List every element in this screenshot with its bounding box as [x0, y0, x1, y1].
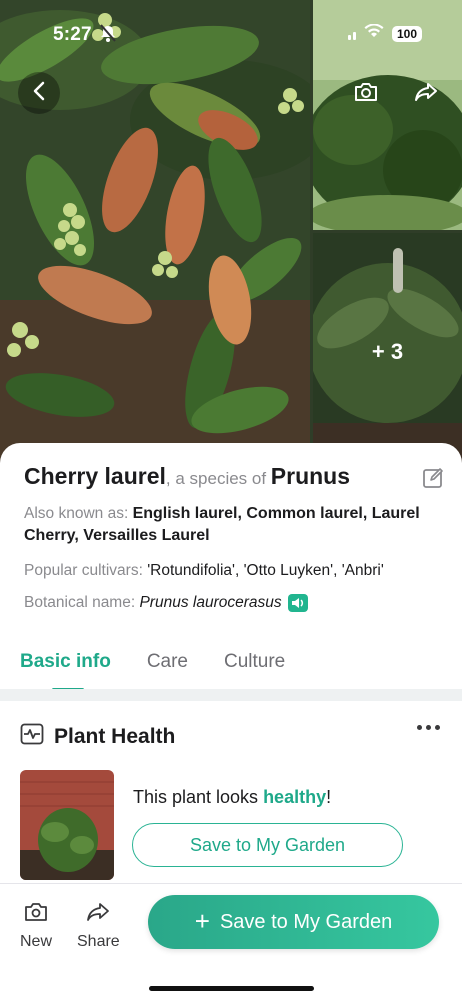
cultivars-label: Popular cultivars: [24, 562, 148, 579]
tab-basic-info-label: Basic info [20, 651, 111, 672]
edit-icon[interactable] [422, 467, 444, 489]
info-tabs: Basic info Care Culture [20, 651, 285, 691]
tab-basic-info[interactable]: Basic info [20, 651, 111, 691]
health-status-prefix: This plant looks [133, 787, 264, 807]
plant-photo-3[interactable]: + 3 [313, 233, 462, 470]
save-to-garden-primary-label: Save to My Garden [219, 910, 393, 933]
also-known-as: Also known as: English laurel, Common la… [24, 503, 442, 547]
new-button[interactable]: New [20, 902, 52, 951]
share-label: Share [77, 933, 120, 950]
plus-icon: + [194, 905, 210, 936]
botanical-name: Botanical name: Prunus laurocerasus [24, 592, 442, 614]
speaker-icon[interactable] [287, 593, 308, 612]
more-dots-icon[interactable] [417, 725, 440, 730]
new-label: New [20, 933, 53, 950]
plant-info-sheet: Cherry laurel, a species of Prunus Also … [0, 443, 462, 693]
photo-gallery: + 3 5:27 100 [0, 0, 462, 470]
tab-care[interactable]: Care [147, 651, 188, 691]
common-name: Cherry laurel [24, 463, 166, 489]
plant-health-card: Plant Health This plant looks healthy! S… [0, 701, 462, 886]
tab-care-label: Care [146, 651, 188, 672]
tab-culture-label: Culture [224, 651, 286, 672]
botanical-label: Botanical name: [24, 594, 140, 611]
botanical-value: Prunus laurocerasus [139, 594, 282, 611]
more-photos-count: + 3 [313, 233, 462, 470]
health-status-suffix: ! [326, 787, 332, 807]
popular-cultivars: Popular cultivars: 'Rotundifolia', 'Otto… [24, 560, 442, 582]
pulse-icon [20, 723, 44, 750]
back-button[interactable] [18, 72, 60, 114]
wifi-icon [364, 23, 384, 43]
status-indicators: 100 [347, 23, 422, 43]
species-connector: , a species of [165, 469, 271, 488]
plant-health-title: Plant Health [54, 724, 176, 748]
save-to-garden-button[interactable]: Save to My Garden [132, 823, 403, 867]
battery-indicator: 100 [391, 25, 422, 42]
cultivars-values: 'Rotundifolia', 'Otto Luyken', 'Anbri' [147, 562, 384, 579]
health-status-value: healthy [263, 787, 327, 807]
bottom-action-bar: New Share + Save to My Garden [0, 883, 462, 1000]
save-to-garden-primary-button[interactable]: + Save to My Garden [148, 895, 439, 949]
share-icon [413, 81, 439, 108]
plant-health-header: Plant Health [20, 723, 175, 750]
bell-slash-icon [100, 24, 116, 47]
plant-title: Cherry laurel, a species of Prunus [24, 463, 402, 490]
camera-icon [24, 902, 48, 927]
camera-button[interactable] [350, 78, 382, 110]
share-button[interactable] [410, 78, 442, 110]
share-bottom-button[interactable]: Share [77, 902, 120, 951]
genus-link[interactable]: Prunus [271, 463, 350, 489]
section-divider [0, 689, 462, 701]
home-indicator [149, 986, 314, 991]
signal-icon [347, 28, 356, 40]
main-plant-photo[interactable] [0, 0, 310, 470]
health-status-text: This plant looks healthy! [133, 787, 331, 808]
status-time: 5:27 [53, 24, 92, 45]
health-photo-thumbnail[interactable] [20, 770, 114, 880]
tab-culture[interactable]: Culture [224, 651, 285, 691]
share-icon [86, 902, 110, 927]
camera-icon [353, 81, 379, 108]
back-chevron-icon [32, 81, 46, 106]
also-known-label: Also known as: [24, 505, 133, 522]
